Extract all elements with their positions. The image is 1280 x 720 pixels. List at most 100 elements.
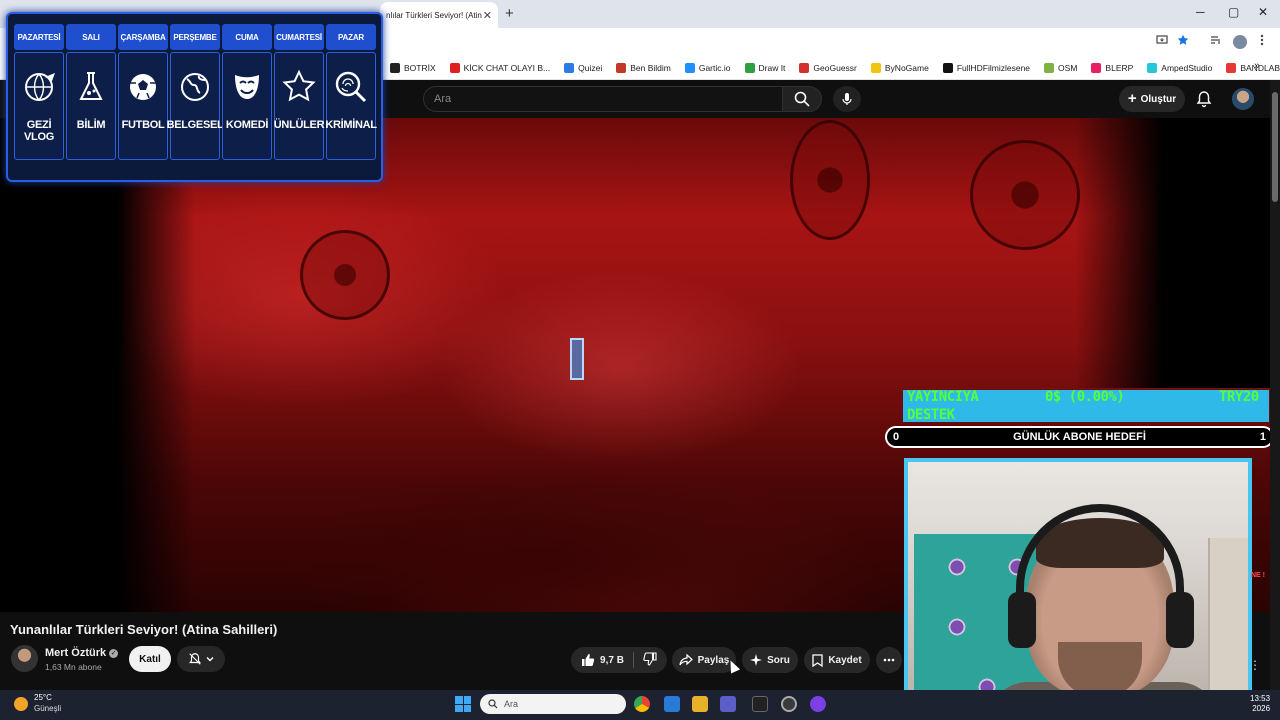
taskbar-clock[interactable]: 13:53 2026 [1250, 694, 1270, 714]
bookmark-label: GeoGuessr [813, 62, 857, 73]
bookmark-item[interactable]: FullHDFilmizlesene [942, 62, 1030, 73]
goal-title: GÜNLÜK ABONE HEDEFİ [1013, 431, 1146, 443]
schedule-day-name: SALI [66, 24, 116, 50]
install-app-icon[interactable] [1156, 34, 1168, 49]
bookmark-favicon-icon [942, 62, 953, 73]
donation-label-line1: YAYINCIYA [907, 389, 979, 405]
more-actions-button[interactable] [876, 647, 902, 673]
schedule-day-card: BELGESEL [167, 52, 224, 160]
epic-games-icon[interactable] [752, 696, 768, 712]
schedule-topic: BİLİM [76, 119, 106, 131]
thumbs-down-icon [643, 651, 657, 666]
bookmark-item[interactable]: GeoGuessr [799, 62, 857, 73]
bookmark-favicon-icon [1091, 62, 1102, 73]
windows-start-icon[interactable] [455, 696, 471, 712]
schedule-topic: GEZİ VLOG [24, 119, 54, 143]
like-dislike-group: 9,7 B [571, 647, 667, 673]
headphones-band [1016, 504, 1184, 634]
subscription-notify-button[interactable] [177, 646, 225, 672]
schedule-day-card: KRİMİNAL [325, 52, 377, 160]
comedy-mask-icon [235, 75, 259, 99]
taskbar-search-input[interactable]: Ara [480, 694, 626, 714]
ceiling-fan-left [300, 230, 390, 320]
fingerprint-magnifier-icon [335, 71, 367, 103]
join-button[interactable]: Katıl [129, 646, 171, 672]
bookmark-label: BLERP [1105, 62, 1134, 73]
chrome-icon[interactable] [634, 696, 650, 712]
app-icon[interactable] [781, 696, 797, 712]
bookmark-favicon-icon [870, 62, 881, 73]
soccer-ball-icon [130, 74, 156, 100]
cushion-flower [944, 554, 970, 580]
dislike-button[interactable] [643, 651, 657, 669]
new-tab-button[interactable]: + [505, 5, 514, 22]
schedule-day-card: KOMEDİ [222, 52, 272, 160]
browser-tab-active[interactable]: nlılar Türkleri Seviyor! (Atin ✕ [380, 2, 498, 28]
video-shadow-left [0, 118, 195, 612]
bookmark-star-icon[interactable] [1177, 34, 1189, 49]
browser-menu-icon[interactable] [1260, 34, 1264, 49]
close-window-button[interactable]: ✕ [1258, 5, 1268, 19]
notifications-bell-icon[interactable] [1196, 90, 1212, 113]
channel-name[interactable]: Mert Öztürk ✓ [45, 647, 119, 659]
maximize-button[interactable]: ▢ [1228, 5, 1239, 19]
bookmark-item[interactable]: Quizei [564, 62, 603, 73]
bookmark-item[interactable]: Draw It [744, 62, 785, 73]
save-button[interactable]: Kaydet [804, 647, 870, 673]
mail-icon[interactable] [664, 696, 680, 712]
tab-close-icon[interactable]: ✕ [483, 9, 492, 22]
weather-temperature[interactable]: 25°C [34, 693, 52, 702]
scrollbar-thumb[interactable] [1272, 92, 1278, 202]
taskbar-search-placeholder: Ara [504, 699, 519, 709]
media-controls-icon[interactable] [1210, 34, 1222, 49]
profile-avatar[interactable] [1233, 35, 1247, 49]
channel-avatar[interactable] [11, 645, 38, 672]
bookmark-item[interactable]: AmpedStudio [1147, 62, 1212, 73]
neon-light [570, 338, 584, 380]
file-explorer-icon[interactable] [692, 696, 708, 712]
bookmark-item[interactable]: BLERP [1091, 62, 1134, 73]
bookmark-item[interactable]: ByNoGame [870, 62, 929, 73]
bookmark-label: KİCK CHAT OLAYI B... [463, 62, 551, 73]
bookmark-label: Quizei [578, 62, 603, 73]
schedule-topic: KRİMİNAL [325, 119, 377, 131]
search-button[interactable] [782, 86, 822, 112]
ask-label: Soru [767, 654, 790, 666]
sun-icon[interactable] [14, 697, 28, 711]
voice-search-button[interactable] [833, 86, 861, 112]
bookmark-item[interactable]: BOTRİX [390, 62, 436, 73]
vertical-more-icon[interactable]: ⋮ [1249, 658, 1261, 672]
minimize-button[interactable]: ─ [1196, 5, 1205, 19]
schedule-day: PAZARTESİ GEZİ VLOG [14, 24, 64, 172]
schedule-day-name: CUMARTESİ [274, 24, 324, 50]
share-button[interactable]: Paylaş [672, 647, 736, 673]
schedule-day-card: ÜNLÜLER [273, 52, 325, 160]
search-input[interactable]: Ara [423, 86, 783, 112]
save-label: Kaydet [828, 654, 862, 666]
thumbs-up-icon [582, 654, 595, 666]
account-avatar[interactable] [1232, 88, 1254, 110]
bookmark-favicon-icon [564, 62, 575, 73]
microphone-icon [842, 93, 852, 105]
bookmark-item[interactable]: Ben Bildim [616, 62, 671, 73]
bookmark-item[interactable]: OSM [1044, 62, 1077, 73]
weather-description[interactable]: Güneşli [34, 704, 61, 713]
ask-button[interactable]: Soru [742, 647, 798, 673]
bookmark-label: ByNoGame [884, 62, 929, 73]
donation-label-line2: DESTEK [907, 407, 955, 423]
bookmark-item[interactable]: Gartic.io [684, 62, 731, 73]
bookmarks-more-icon[interactable]: » [1254, 60, 1260, 72]
bookmark-favicon-icon [744, 62, 755, 73]
like-count: 9,7 B [600, 654, 624, 666]
bookmark-item[interactable]: KİCK CHAT OLAYI B... [449, 62, 551, 73]
like-button[interactable]: 9,7 B [581, 653, 624, 667]
weekly-schedule-overlay: PAZARTESİ GEZİ VLOG SALI BİLİM ÇARŞAMBA FUTBO… [6, 12, 383, 182]
app-icon-purple[interactable] [810, 696, 826, 712]
schedule-topic: ÜNLÜLER [273, 119, 325, 131]
bookmark-favicon-icon [390, 62, 400, 73]
ceiling-fan-right [970, 140, 1080, 250]
teams-icon[interactable] [720, 696, 736, 712]
bookmark-label: Ben Bildim [630, 62, 671, 73]
create-button[interactable]: + Oluştur [1119, 86, 1185, 112]
video-shadow-right [1075, 118, 1270, 388]
